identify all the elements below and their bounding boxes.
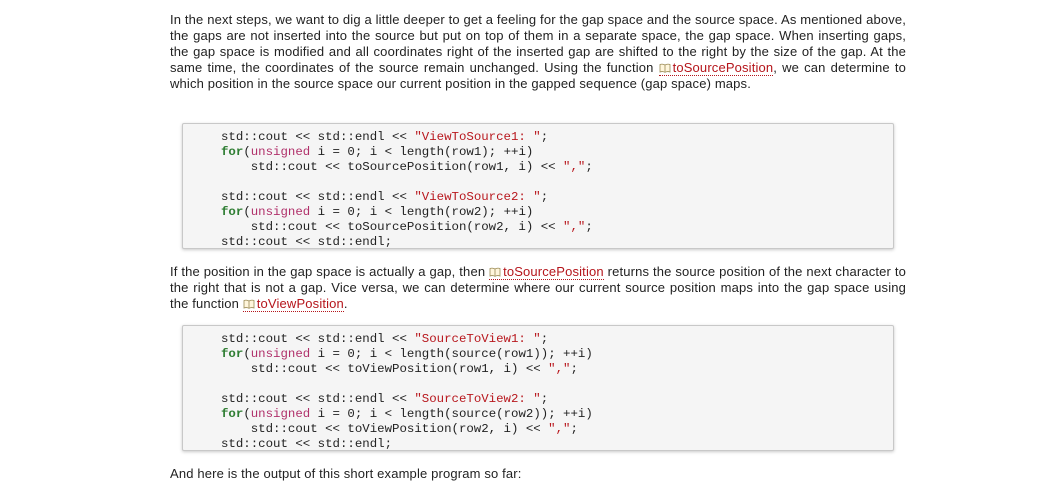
code-block-view-to-source: std::cout << std::endl << "ViewToSource1… xyxy=(182,123,894,249)
link-label: toSourcePosition xyxy=(672,60,774,75)
open-book-icon xyxy=(489,267,501,277)
paragraph-text: If the position in the gap space is actu… xyxy=(170,264,490,279)
code-line: std::cout << std::endl << "ViewToSource1… xyxy=(221,130,549,144)
code-line: for(unsigned i = 0; i < length(row1); ++… xyxy=(221,145,534,159)
link-to-source-position[interactable]: toSourcePosition xyxy=(658,60,774,76)
link-label: toViewPosition xyxy=(256,296,344,311)
code-line: std::cout << std::endl; xyxy=(221,235,393,249)
paragraph-text: . xyxy=(343,296,348,311)
link-to-source-position[interactable]: toSourcePosition xyxy=(489,264,604,280)
code-line: std::cout << toSourcePosition(row1, i) <… xyxy=(221,160,593,174)
code-line: std::cout << toSourcePosition(row2, i) <… xyxy=(221,220,593,234)
code-line: std::cout << std::endl << "ViewToSource2… xyxy=(221,190,549,204)
code-line: std::cout << std::endl << "SourceToView1… xyxy=(221,332,549,346)
open-book-icon xyxy=(243,299,255,309)
link-to-view-position[interactable]: toViewPosition xyxy=(242,296,344,312)
open-book-icon xyxy=(659,63,670,73)
code-line: std::cout << std::endl << "SourceToView2… xyxy=(221,392,549,406)
link-label: toSourcePosition xyxy=(503,264,604,279)
paragraph-gap-space-intro: In the next steps, we want to dig a litt… xyxy=(170,12,906,92)
code-line: std::cout << toViewPosition(row2, i) << … xyxy=(221,422,578,436)
code-listing: std::cout << std::endl << "ViewToSource1… xyxy=(183,124,893,256)
code-listing: std::cout << std::endl << "SourceToView1… xyxy=(183,326,893,458)
code-block-source-to-view: std::cout << std::endl << "SourceToView1… xyxy=(182,325,894,451)
code-line: for(unsigned i = 0; i < length(source(ro… xyxy=(221,347,593,361)
code-line: std::cout << std::endl; xyxy=(221,437,393,451)
code-line: std::cout << toViewPosition(row1, i) << … xyxy=(221,362,578,376)
code-line: for(unsigned i = 0; i < length(source(ro… xyxy=(221,407,593,421)
paragraph-view-position: If the position in the gap space is actu… xyxy=(170,264,906,312)
code-line: for(unsigned i = 0; i < length(row2); ++… xyxy=(221,205,534,219)
paragraph-output-intro: And here is the output of this short exa… xyxy=(170,466,522,481)
